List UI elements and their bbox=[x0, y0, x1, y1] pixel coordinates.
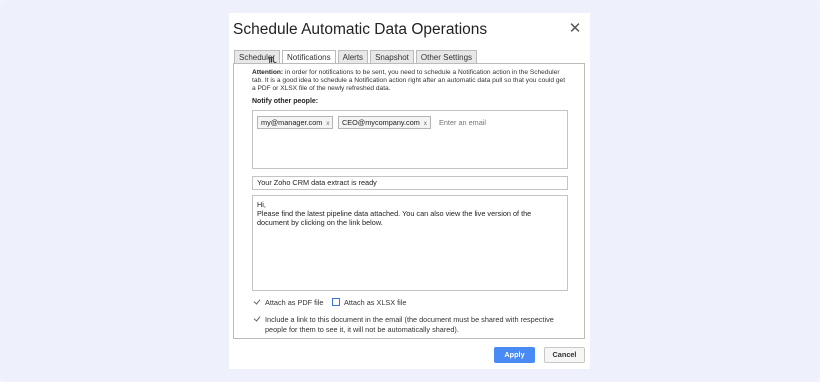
include-link-checkbox[interactable] bbox=[253, 315, 261, 323]
remove-chip-icon[interactable]: x bbox=[424, 121, 427, 127]
include-link-option: Include a link to this document in the e… bbox=[253, 315, 571, 334]
body-text: Please find the latest pipeline data att… bbox=[257, 209, 532, 228]
body-greeting: Hi, bbox=[257, 200, 266, 209]
attention-label: Attention: bbox=[252, 69, 284, 76]
notifications-panel: Attention: in order for notifications to… bbox=[233, 63, 585, 339]
attach-pdf-checkbox[interactable] bbox=[253, 298, 261, 306]
include-link-label: Include a link to this document in the e… bbox=[265, 315, 554, 334]
apply-button[interactable]: Apply bbox=[494, 347, 535, 363]
subject-field[interactable]: Your Zoho CRM data extract is ready bbox=[252, 176, 568, 190]
attention-note: Attention: in order for notifications to… bbox=[252, 69, 570, 94]
dialog-title: Schedule Automatic Data Operations bbox=[233, 21, 488, 38]
recipients-field[interactable]: my@manager.com x CEO@mycompany.com x bbox=[252, 110, 568, 169]
recipient-email: CEO@mycompany.com bbox=[342, 118, 420, 127]
message-body-field[interactable]: Hi, Please find the latest pipeline data… bbox=[252, 195, 568, 291]
recipient-chip: my@manager.com x bbox=[257, 116, 334, 129]
recipient-email: my@manager.com bbox=[261, 118, 323, 127]
notify-label: Notify other people: bbox=[252, 98, 319, 105]
schedule-dialog: Schedule Automatic Data Operations ✕ Sch… bbox=[229, 13, 590, 369]
remove-chip-icon[interactable]: x bbox=[326, 121, 329, 127]
tab-other-settings[interactable]: Other Settings bbox=[415, 50, 478, 64]
tab-alerts[interactable]: Alerts bbox=[337, 50, 369, 64]
close-icon[interactable]: ✕ bbox=[568, 21, 582, 36]
attention-text: in order for notifications to be sent, y… bbox=[252, 69, 566, 93]
attach-pdf-label: Attach as PDF file bbox=[265, 298, 324, 307]
attach-xlsx-checkbox[interactable] bbox=[332, 298, 340, 306]
attach-xlsx-option: Attach as XLSX file bbox=[332, 298, 406, 308]
recipient-chip: CEO@mycompany.com x bbox=[338, 116, 431, 129]
attach-pdf-option: Attach as PDF file bbox=[253, 298, 323, 308]
tab-snapshot[interactable]: Snapshot bbox=[370, 50, 414, 64]
cancel-button[interactable]: Cancel bbox=[544, 347, 585, 363]
email-input[interactable] bbox=[439, 116, 559, 129]
attach-xlsx-label: Attach as XLSX file bbox=[344, 298, 407, 307]
